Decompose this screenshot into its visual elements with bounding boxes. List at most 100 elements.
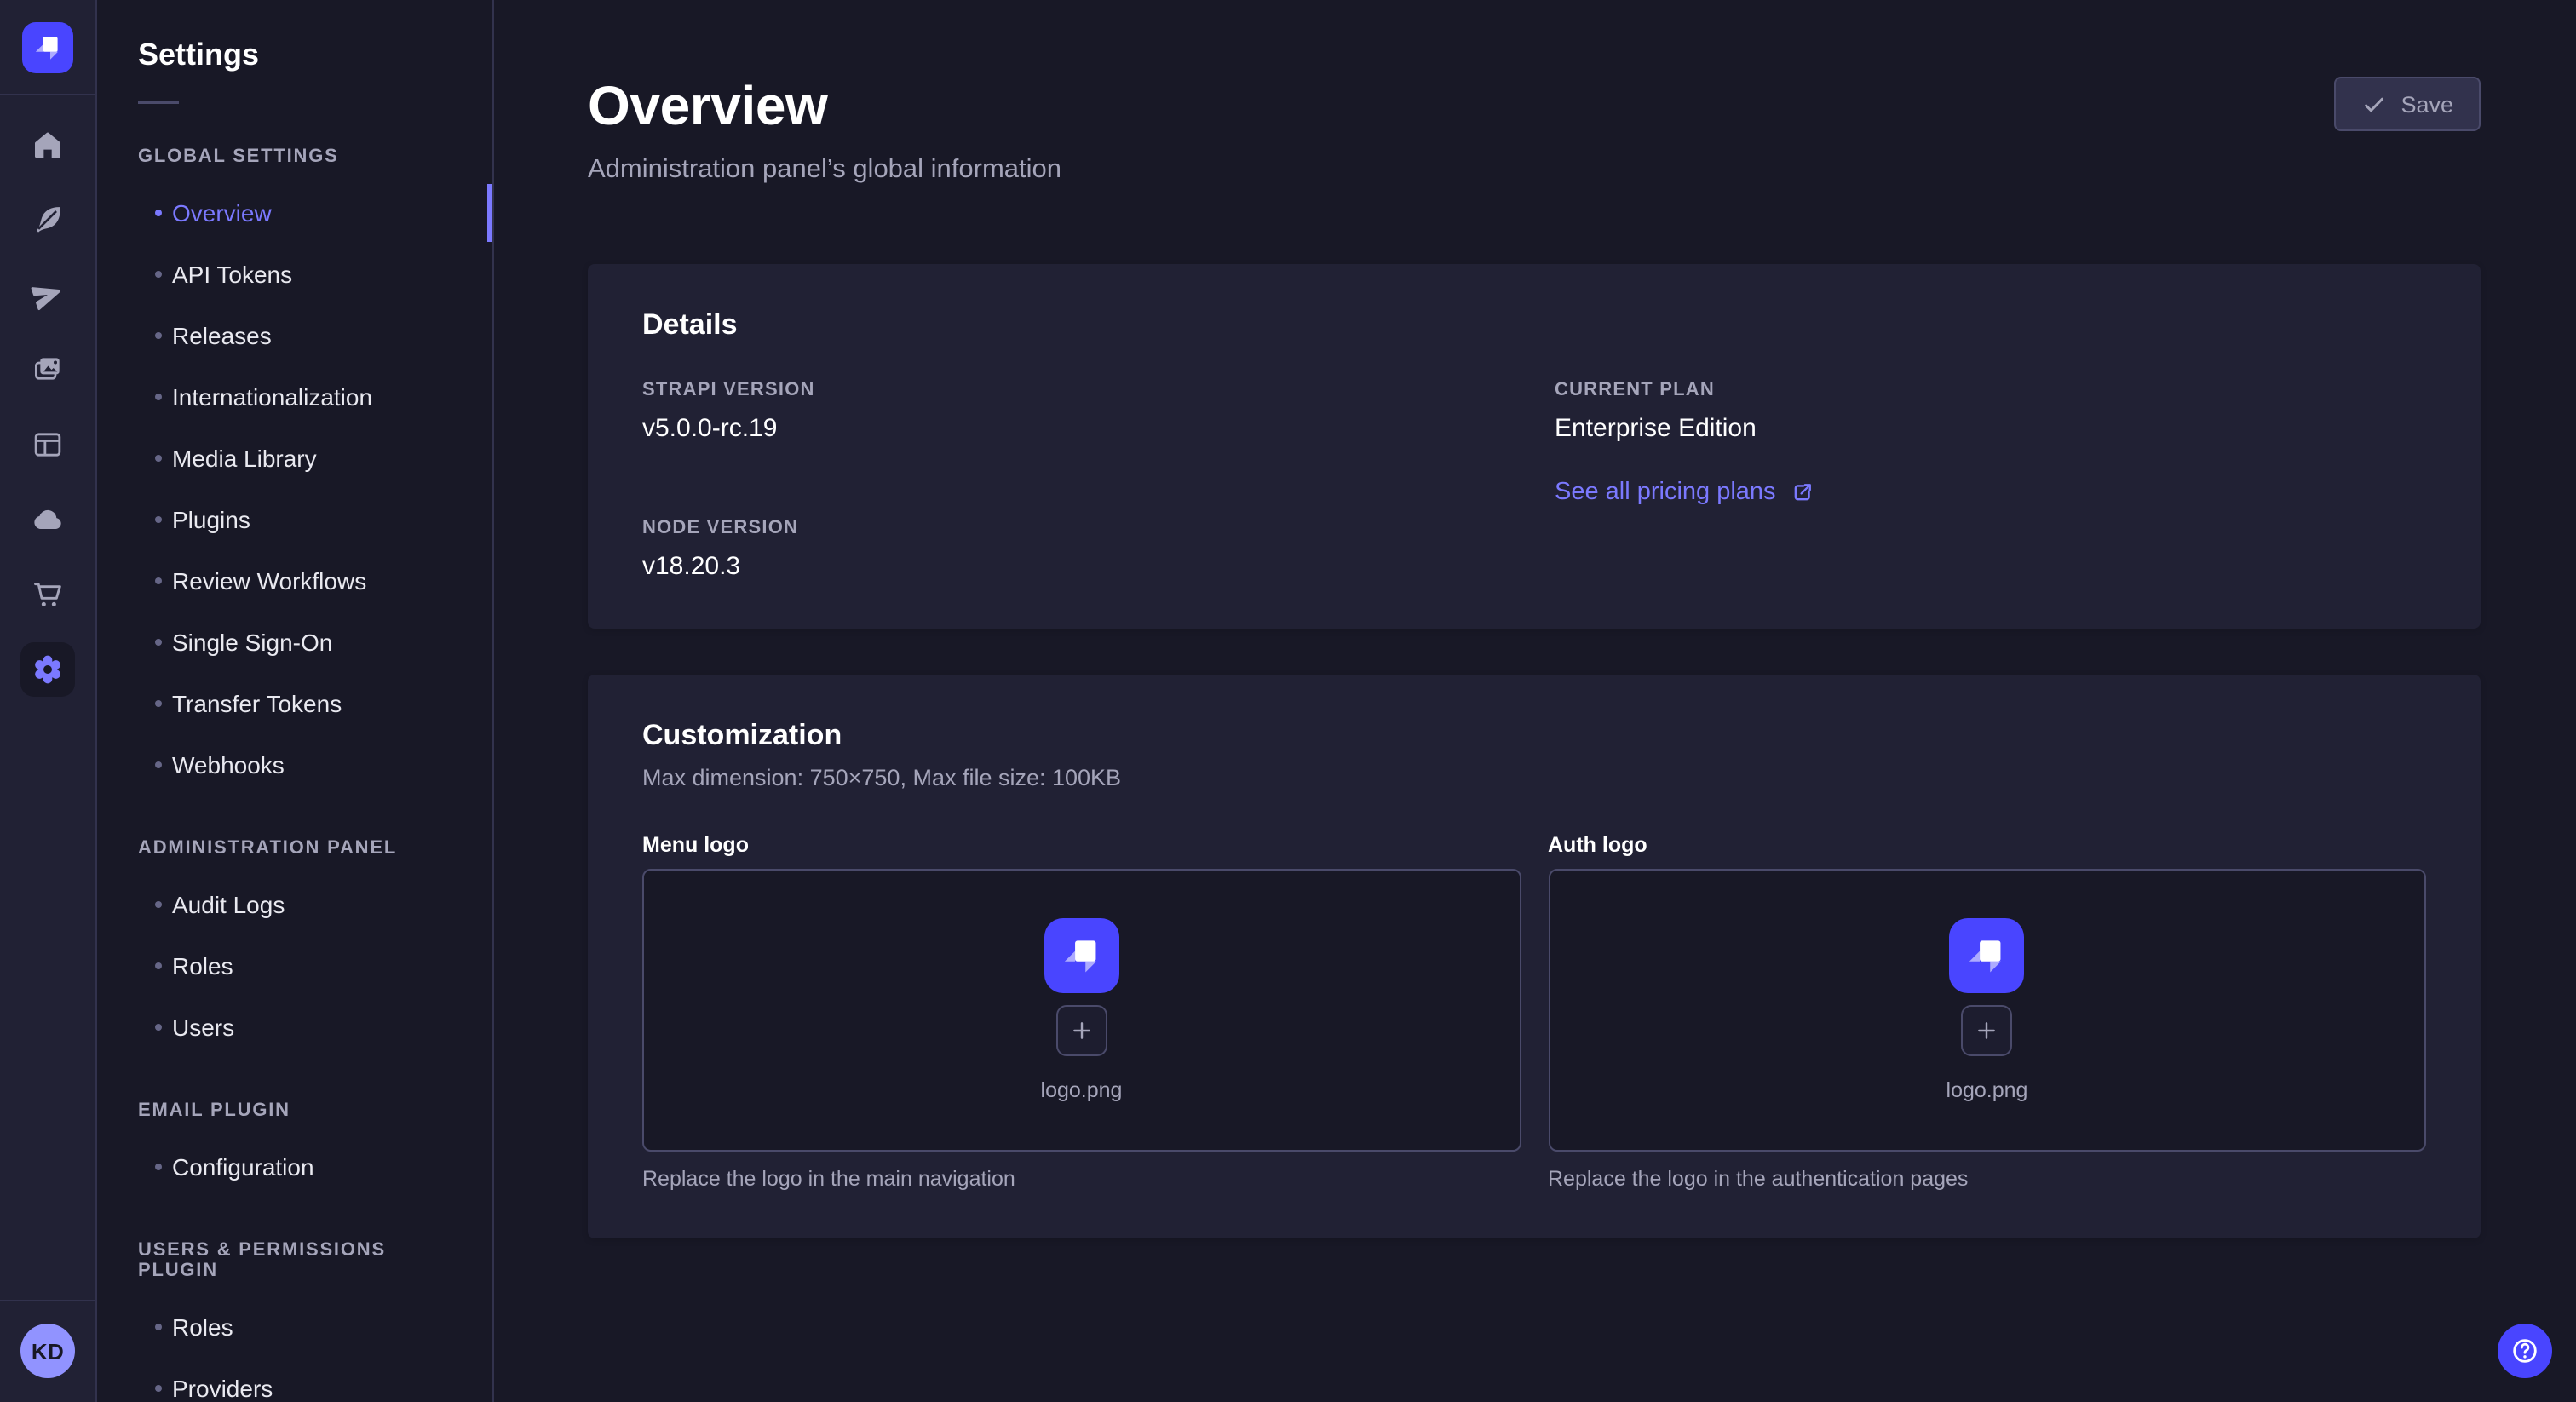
subnav-item-label: API Tokens	[172, 261, 292, 288]
subnav-item-up-roles[interactable]: Roles	[97, 1296, 492, 1358]
customization-subheading: Max dimension: 750×750, Max file size: 1…	[642, 765, 2426, 790]
subnav-title: Settings	[138, 37, 451, 73]
node-version-field: NODE VERSION v18.20.3	[642, 518, 1514, 581]
menu-logo-dropzone[interactable]: logo.png	[642, 869, 1521, 1152]
bullet-icon	[155, 455, 162, 462]
bullet-icon	[155, 700, 162, 707]
paper-plane-icon	[31, 278, 65, 312]
strapi-logo-icon	[1958, 927, 2016, 985]
nav-icon-list	[20, 118, 75, 697]
strapi-version-field: STRAPI VERSION v5.0.0-rc.19	[642, 380, 1514, 443]
subnav-item-label: Providers	[172, 1375, 273, 1402]
subnav-item-releases[interactable]: Releases	[97, 305, 492, 366]
divider	[0, 1300, 95, 1301]
bullet-icon	[155, 761, 162, 768]
details-heading: Details	[642, 308, 2426, 342]
subnav-item-overview[interactable]: Overview	[97, 182, 492, 244]
page-title: Overview	[588, 75, 1061, 138]
strapi-version-label: STRAPI VERSION	[642, 380, 1514, 400]
menu-logo-add-button[interactable]	[1056, 1005, 1107, 1056]
help-button[interactable]	[2498, 1324, 2552, 1378]
section-label-email-plugin: EMAIL PLUGIN	[138, 1100, 451, 1121]
subnav-item-label: Plugins	[172, 506, 250, 533]
plus-icon	[1974, 1017, 2001, 1044]
current-plan-field: CURRENT PLAN Enterprise Edition	[1555, 380, 2426, 443]
save-button[interactable]: Save	[2334, 77, 2481, 131]
subnav-item-email-configuration[interactable]: Configuration	[97, 1136, 492, 1198]
subnav-item-webhooks[interactable]: Webhooks	[97, 734, 492, 796]
bullet-icon	[155, 394, 162, 400]
subnav-list-global: Overview API Tokens Releases Internation…	[97, 182, 492, 796]
images-icon	[31, 353, 65, 387]
subnav-item-label: Configuration	[172, 1153, 314, 1181]
subnav-item-admin-users[interactable]: Users	[97, 997, 492, 1058]
subnav-item-plugins[interactable]: Plugins	[97, 489, 492, 550]
external-link-icon	[1791, 480, 1815, 504]
nav-cloud-button[interactable]	[20, 492, 75, 547]
home-icon	[31, 128, 65, 162]
page-header-text: Overview Administration panel’s global i…	[588, 75, 1061, 186]
subnav-item-transfer-tokens[interactable]: Transfer Tokens	[97, 673, 492, 734]
subnav-list-users-permissions: Roles Providers	[97, 1296, 492, 1402]
nav-rail-bottom: KD	[0, 1300, 95, 1402]
details-right-column: CURRENT PLAN Enterprise Edition See all …	[1555, 380, 2426, 581]
auth-logo-upload: Auth logo logo.png Replace the logo in t…	[1548, 833, 2426, 1191]
strapi-logo[interactable]	[22, 22, 73, 73]
auth-logo-dropzone[interactable]: logo.png	[1548, 869, 2426, 1152]
bullet-icon	[155, 210, 162, 216]
menu-logo-upload: Menu logo logo.png Replace the logo in t…	[642, 833, 1521, 1191]
subnav-item-label: Overview	[172, 199, 272, 227]
user-avatar[interactable]: KD	[20, 1324, 75, 1378]
strapi-admin-app: KD Settings GLOBAL SETTINGS Overview API…	[0, 0, 2576, 1402]
check-icon	[2361, 91, 2387, 117]
subnav-item-internationalization[interactable]: Internationalization	[97, 366, 492, 428]
pricing-plans-link-label: See all pricing plans	[1555, 479, 1776, 506]
current-plan-value: Enterprise Edition	[1555, 414, 2426, 443]
node-version-label: NODE VERSION	[642, 518, 1514, 538]
subnav-item-label: Review Workflows	[172, 567, 366, 595]
main-content: Overview Administration panel’s global i…	[494, 0, 2576, 1402]
menu-logo-caption: Replace the logo in the main navigation	[642, 1167, 1521, 1191]
nav-content-manager-button[interactable]	[20, 192, 75, 247]
main-nav-rail: KD	[0, 0, 97, 1402]
subnav-item-audit-logs[interactable]: Audit Logs	[97, 874, 492, 935]
nav-releases-button[interactable]	[20, 267, 75, 322]
customization-card: Customization Max dimension: 750×750, Ma…	[588, 675, 2481, 1238]
bullet-icon	[155, 639, 162, 646]
subnav-item-media-library[interactable]: Media Library	[97, 428, 492, 489]
section-label-users-permissions-plugin: USERS & PERMISSIONS PLUGIN	[138, 1240, 451, 1281]
subnav-item-admin-roles[interactable]: Roles	[97, 935, 492, 997]
subnav-item-review-workflows[interactable]: Review Workflows	[97, 550, 492, 612]
subnav-item-label: Transfer Tokens	[172, 690, 342, 717]
current-plan-label: CURRENT PLAN	[1555, 380, 2426, 400]
nav-marketplace-button[interactable]	[20, 567, 75, 622]
gear-icon	[29, 651, 66, 688]
auth-logo-label: Auth logo	[1548, 833, 2426, 857]
pricing-plans-link[interactable]: See all pricing plans	[1555, 479, 1815, 506]
subnav-item-label: Internationalization	[172, 383, 372, 411]
settings-subnav: Settings GLOBAL SETTINGS Overview API To…	[97, 0, 494, 1402]
bullet-icon	[155, 1164, 162, 1170]
node-version-value: v18.20.3	[642, 552, 1514, 581]
nav-settings-button[interactable]	[20, 642, 75, 697]
cloud-icon	[31, 503, 65, 537]
menu-logo-filename: logo.png	[1041, 1078, 1123, 1102]
nav-media-library-button[interactable]	[20, 342, 75, 397]
bullet-icon	[155, 1324, 162, 1330]
strapi-logo-icon	[27, 27, 68, 68]
bullet-icon	[155, 1024, 162, 1031]
page-subtitle: Administration panel’s global informatio…	[588, 155, 1061, 186]
subnav-item-label: Users	[172, 1014, 234, 1041]
subnav-item-api-tokens[interactable]: API Tokens	[97, 244, 492, 305]
subnav-item-label: Releases	[172, 322, 272, 349]
bullet-icon	[155, 1385, 162, 1392]
menu-logo-label: Menu logo	[642, 833, 1521, 857]
nav-home-button[interactable]	[20, 118, 75, 172]
subnav-item-single-sign-on[interactable]: Single Sign-On	[97, 612, 492, 673]
nav-content-type-builder-button[interactable]	[20, 417, 75, 472]
subnav-item-label: Webhooks	[172, 751, 285, 779]
strapi-logo-icon	[1053, 927, 1111, 985]
auth-logo-add-button[interactable]	[1962, 1005, 2013, 1056]
subnav-item-up-providers[interactable]: Providers	[97, 1358, 492, 1402]
auth-logo-filename: logo.png	[1946, 1078, 2028, 1102]
